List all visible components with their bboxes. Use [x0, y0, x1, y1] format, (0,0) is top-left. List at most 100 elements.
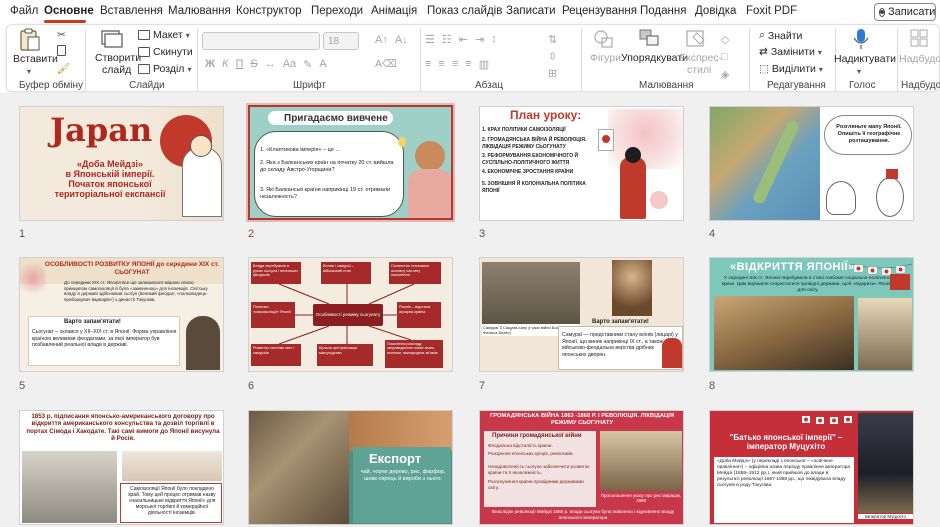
arrange-button[interactable]: Упорядкувати	[621, 52, 688, 64]
quick-styles-button[interactable]: Експрес-	[679, 52, 722, 64]
slide-thumbnail-2[interactable]: Пригадаємо вивчене 1. «Клаптикова імпері…	[246, 103, 455, 222]
tab-record[interactable]: Записати	[506, 5, 556, 17]
shrink-font-icon[interactable]: A↓	[395, 34, 408, 46]
dictate-chevron-icon[interactable]: ▾	[857, 67, 861, 76]
slide-thumbnail-3[interactable]: План уроку: 1. КРАХ ПОЛІТИКИ САМОІЗОЛЯЦІ…	[479, 106, 684, 221]
slide-thumbnail-12[interactable]: "Батько японської імперії" – імператор М…	[709, 410, 914, 525]
chevron-down-icon: ▾	[187, 64, 192, 74]
slide-thumbnail-11[interactable]: ГРОМАДЯНСЬКА ВІЙНА 1863 -1868 Р. І РЕВОЛ…	[479, 410, 684, 525]
slide-number-4: 4	[709, 228, 716, 240]
text-direction-icon[interactable]: ⇅	[548, 33, 557, 46]
decrease-indent-icon[interactable]: ⇤	[459, 33, 468, 46]
tab-file[interactable]: Файл	[10, 5, 38, 17]
slide-10-title: Експорт	[369, 451, 422, 466]
tab-slideshow[interactable]: Показ слайдів	[427, 5, 502, 17]
smartart-icon[interactable]: ⊞	[548, 67, 557, 80]
quick-styles-button-line2[interactable]: стилі	[687, 64, 711, 76]
bold-button[interactable]: Ж	[205, 58, 215, 71]
find-button[interactable]: ⌕ Знайти	[759, 29, 802, 42]
group-separator	[749, 29, 750, 91]
slide-thumbnail-10[interactable]: Експорт чай, чорне дерево, рис, фарфор, …	[248, 410, 453, 525]
char-spacing-icon[interactable]: ↔	[265, 58, 276, 71]
grow-font-icon[interactable]: A↑	[375, 34, 388, 46]
bullets-icon[interactable]: ☰	[425, 33, 435, 46]
paste-button[interactable]: Вставити	[13, 53, 58, 65]
slide-thumbnail-8[interactable]: «ВІДКРИТТЯ ЯПОНІЇ» У середині XIX ст. Яп…	[709, 257, 914, 372]
shape-outline-icon[interactable]: □	[721, 51, 729, 63]
format-painter-icon[interactable]: 🖌	[57, 62, 70, 75]
cut-icon[interactable]: ✂	[57, 29, 66, 41]
cause-item: Розгалуження країни провідними державами…	[488, 479, 584, 490]
slide-5-body: До середини XIX ст. Японія все ще залиша…	[64, 280, 208, 302]
tab-animations[interactable]: Анімація	[371, 5, 417, 17]
new-slide-button[interactable]: Створити	[95, 52, 141, 64]
increase-indent-icon[interactable]: ⇥	[475, 33, 484, 46]
slide-thumbnail-6[interactable]: Особливості режиму сьогунату Влада переб…	[248, 257, 453, 372]
change-case-icon[interactable]: Aa	[283, 58, 296, 71]
paragraph-row-2: ≡ ≡ ≡ ≡ ▥	[425, 58, 489, 71]
tab-help[interactable]: Довідка	[695, 5, 736, 17]
record-button[interactable]: Записати	[874, 3, 936, 21]
select-label: Виділити	[771, 63, 816, 75]
paragraph-group-label: Абзац	[475, 80, 504, 91]
slide-thumbnail-1[interactable]: Japan «Доба Мейдзі» в Японській імперії.…	[19, 106, 224, 221]
new-slide-button-line2[interactable]: слайд	[102, 64, 131, 76]
tab-view[interactable]: Подання	[640, 5, 686, 17]
slide-number-2: 2	[248, 228, 255, 240]
replace-button[interactable]: ⇄ Замінити ▾	[759, 46, 822, 58]
slide-number-1: 1	[19, 228, 26, 240]
slide-thumbnail-5[interactable]: ОСОБЛИВОСТІ РОЗВИТКУ ЯПОНІЇ до середини …	[19, 257, 224, 372]
section-button[interactable]: Розділ ▾	[138, 63, 191, 75]
samurai-head	[190, 135, 212, 157]
line-spacing-icon[interactable]: ↕	[491, 33, 497, 46]
slide-thumbnail-7[interactable]: Самураї 3 Сацума-хану у часи війни Босин…	[479, 257, 684, 372]
align-left-icon[interactable]: ≡	[425, 58, 431, 71]
slide-thumbnail-9[interactable]: 1853 р. підписання японсько-американсько…	[19, 410, 224, 525]
copy-icon[interactable]	[57, 45, 66, 56]
font-name-input[interactable]	[202, 32, 320, 50]
numbering-icon[interactable]: ☷	[442, 33, 452, 46]
shapes-button[interactable]: Фігури	[590, 52, 621, 64]
highlight-icon[interactable]: ✎	[303, 58, 312, 71]
tab-foxit-pdf[interactable]: Foxit PDF	[746, 5, 797, 17]
active-tab-indicator	[44, 20, 86, 23]
tab-design[interactable]: Конструктор	[236, 5, 302, 17]
slide-number-7: 7	[479, 380, 486, 392]
reset-button[interactable]: Скинути	[138, 46, 193, 58]
tab-transitions[interactable]: Переходи	[311, 5, 363, 17]
align-text-icon[interactable]: ⇳	[548, 50, 557, 63]
geisha-figure	[662, 338, 682, 368]
add-ins-button[interactable]: Надбудови	[899, 53, 940, 65]
dictate-button[interactable]: Надиктувати	[834, 53, 896, 65]
tab-draw[interactable]: Малювання	[168, 5, 231, 17]
select-button[interactable]: ⬚ Виділити ▾	[759, 63, 823, 75]
shape-effects-icon[interactable]: ◈	[721, 68, 729, 81]
clear-format-icon[interactable]: A⌫	[375, 58, 397, 70]
slide-8-body: У середині XIX ст. Японія перебувала в с…	[721, 276, 895, 293]
shape-fill-icon[interactable]: ◇	[721, 33, 729, 46]
tab-review[interactable]: Рецензування	[562, 5, 637, 17]
shogun-figure	[186, 316, 220, 370]
tab-home[interactable]: Основне	[44, 5, 94, 17]
tab-insert[interactable]: Вставлення	[100, 5, 163, 17]
lightbulb-icon	[398, 137, 406, 147]
font-group-label: Шрифт	[293, 80, 326, 91]
slide-number-3: 3	[479, 228, 486, 240]
font-color-icon[interactable]: A	[319, 58, 326, 71]
slide-thumbnail-4[interactable]: Розгляньте мапу Японії. Опишіть її геогр…	[709, 106, 914, 221]
paste-chevron-icon[interactable]: ▾	[27, 67, 31, 76]
underline-button[interactable]: П	[235, 58, 243, 71]
font-size-input[interactable]: 18	[323, 32, 359, 50]
align-right-icon[interactable]: ≡	[452, 58, 458, 71]
justify-icon[interactable]: ≡	[465, 58, 471, 71]
layout-button[interactable]: Макет ▾	[138, 29, 190, 41]
slide-2-question-3: 3. Які Балканські країни наприкінці 19 с…	[260, 187, 391, 200]
group-separator	[197, 29, 198, 91]
align-center-icon[interactable]: ≡	[438, 58, 444, 71]
italic-button[interactable]: К	[222, 58, 228, 71]
columns-icon[interactable]: ▥	[479, 58, 489, 71]
strikethrough-button[interactable]: S	[250, 58, 257, 71]
slide-1-subtitle: «Доба Мейдзі» в Японській імперії. Почат…	[50, 159, 170, 199]
slide-number-8: 8	[709, 380, 716, 392]
slides-group-label: Слайди	[129, 80, 165, 91]
